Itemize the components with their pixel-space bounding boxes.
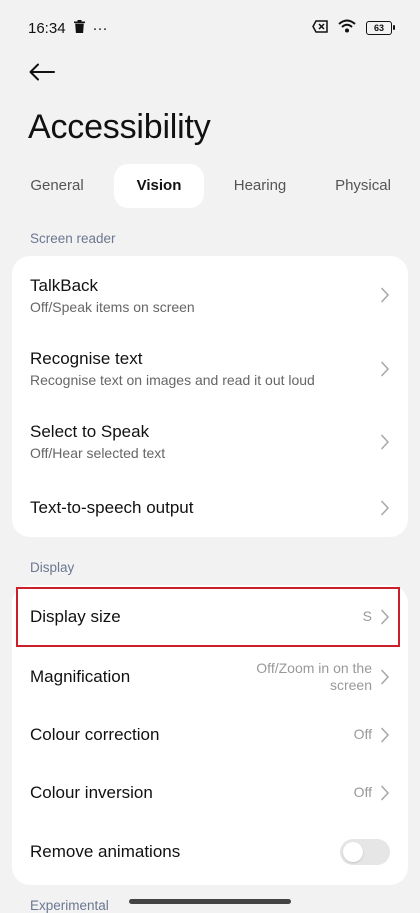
select-to-speak-subtitle: Off/Hear selected text (30, 445, 166, 461)
talkback-row[interactable]: TalkBack Off/Speak items on screen (12, 256, 408, 334)
trash-icon (73, 19, 85, 37)
more-notifications-icon: ··· (92, 19, 108, 37)
talkback-subtitle: Off/Speak items on screen (30, 298, 195, 315)
select-to-speak-row[interactable]: Select to Speak Off/Hear selected text (12, 404, 408, 479)
section-label-experimental: Experimental (30, 898, 109, 913)
chevron-right-icon (381, 785, 390, 801)
colour-correction-row[interactable]: Colour correction Off (12, 705, 408, 765)
tab-physical[interactable]: Physical (320, 164, 406, 208)
arrow-left-icon (29, 63, 55, 86)
page-title: Accessibility (28, 108, 211, 146)
status-left: 16:34 ··· (28, 19, 108, 37)
chevron-right-icon (381, 287, 390, 303)
magnification-value-line-1: Off/Zoom in on the (256, 659, 372, 676)
chevron-right-icon (381, 361, 390, 376)
colour-correction-text: Colour correction (30, 725, 354, 745)
sim-x-icon (312, 19, 328, 37)
home-indicator[interactable] (129, 899, 291, 904)
screen-reader-card: TalkBack Off/Speak items on screen Recog… (12, 256, 408, 537)
tab-hearing[interactable]: Hearing (218, 164, 302, 208)
recognise-text-title: Recognise text (30, 349, 143, 368)
battery-icon: 63 (366, 21, 395, 35)
status-bar: 16:34 ··· 63 (0, 0, 420, 56)
recognise-text-text: Recognise text Recognise text on images … (30, 349, 380, 388)
back-button[interactable] (26, 58, 58, 90)
colour-correction-value: Off (353, 726, 372, 743)
tts-output-title: Text-to-speech output (30, 498, 194, 517)
tts-output-text: Text-to-speech output (30, 498, 380, 518)
display-size-value: S (362, 608, 372, 625)
chevron-right-icon (381, 500, 390, 516)
display-size-text: Display size (30, 607, 363, 627)
colour-inversion-row[interactable]: Colour inversion Off (12, 763, 408, 823)
select-to-speak-text: Select to Speak Off/Hear selected text (30, 422, 380, 461)
select-to-speak-title: Select to Speak (30, 422, 150, 441)
section-label-display: Display (30, 560, 75, 575)
toggle-knob (343, 842, 363, 862)
chevron-right-icon (381, 609, 390, 625)
colour-correction-title: Colour correction (30, 725, 160, 744)
remove-animations-text: Remove animations (30, 842, 340, 862)
status-time: 16:34 (28, 19, 66, 37)
magnification-row[interactable]: Magnification Off/Zoom in on the screen (12, 647, 408, 707)
tab-general[interactable]: General (14, 164, 100, 208)
magnification-text: Magnification (30, 667, 256, 687)
section-label-screen-reader: Screen reader (30, 231, 116, 246)
chevron-right-icon (381, 727, 390, 743)
recognise-text-row[interactable]: Recognise text Recognise text on images … (12, 331, 408, 406)
status-right: 63 (312, 19, 395, 37)
remove-animations-row[interactable]: Remove animations (12, 822, 408, 882)
talkback-title: TalkBack (30, 275, 99, 295)
wifi-icon (338, 19, 356, 37)
magnification-value-line-2: screen (329, 677, 372, 693)
magnification-value: Off/Zoom in on the screen (256, 660, 372, 695)
remove-animations-toggle[interactable] (340, 839, 390, 865)
tab-vision[interactable]: Vision (114, 164, 204, 208)
chevron-right-icon (381, 669, 390, 685)
talkback-text: TalkBack Off/Speak items on screen (30, 276, 380, 315)
colour-inversion-text: Colour inversion (30, 783, 354, 803)
recognise-text-subtitle: Recognise text on images and read it out… (30, 372, 315, 388)
chevron-right-icon (381, 434, 390, 449)
colour-inversion-value: Off (353, 784, 372, 801)
magnification-title: Magnification (30, 667, 131, 686)
tts-output-row[interactable]: Text-to-speech output (12, 478, 408, 537)
display-size-row[interactable]: Display size S (12, 587, 408, 647)
remove-animations-title: Remove animations (30, 842, 181, 861)
display-size-title: Display size (30, 607, 121, 626)
tab-bar: General Vision Hearing Physical (0, 164, 420, 208)
display-card: Display size S Magnification Off/Zoom in… (12, 585, 408, 885)
colour-inversion-title: Colour inversion (30, 783, 153, 802)
